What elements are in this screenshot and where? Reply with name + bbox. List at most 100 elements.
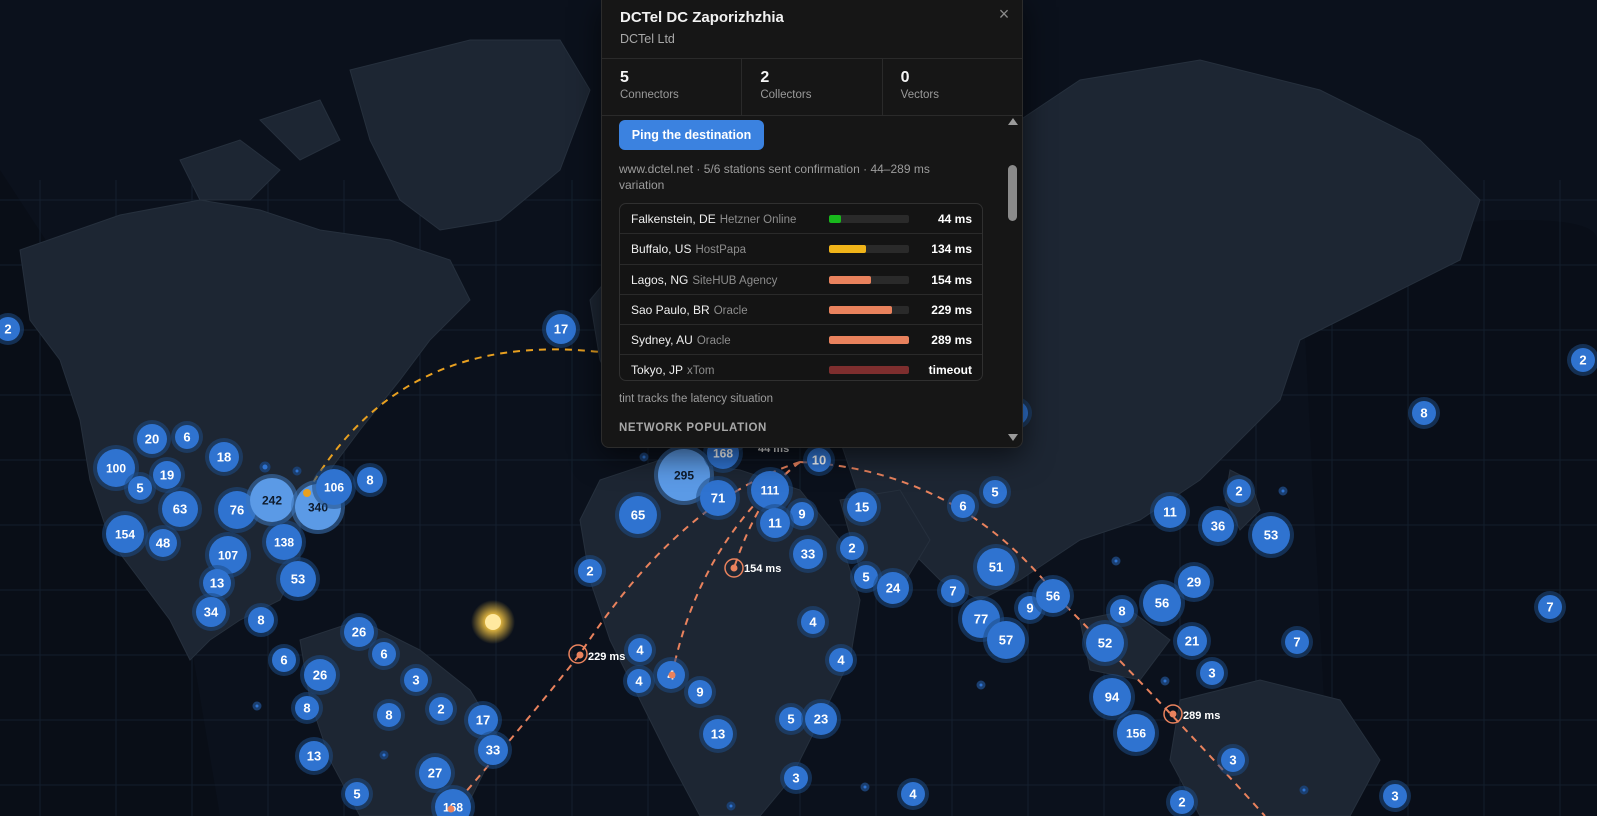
sydney-endpoint: [1169, 710, 1177, 718]
latency-bar-fill: [829, 215, 841, 223]
cluster-count: 3: [1229, 753, 1236, 768]
cluster-count: 53: [1264, 528, 1278, 543]
cluster-count: 295: [674, 469, 694, 483]
cluster-count: 94: [1105, 690, 1120, 705]
station-dot[interactable]: [726, 801, 736, 811]
ping-provider: Oracle: [696, 335, 731, 348]
latency-bar-fill: [829, 305, 893, 314]
popup-header: DCTel DC Zaporizhzhia DCTel Ltd ×: [602, 0, 1022, 59]
stat-value: 2: [760, 69, 770, 86]
cluster-count: 65: [631, 508, 645, 523]
ping-location-name: Sao Paulo, BR: [631, 302, 710, 317]
station-dot[interactable]: [1278, 486, 1288, 496]
cluster-count: 3: [1391, 789, 1398, 804]
station-dot[interactable]: [1299, 785, 1309, 795]
saopaulo-endpoint: [576, 651, 584, 659]
cluster-count: 13: [210, 576, 224, 591]
cluster-count: 11: [1163, 505, 1177, 520]
station-dot[interactable]: [259, 461, 271, 473]
scrollbar-thumb[interactable]: [1008, 165, 1017, 221]
cluster-count: 15: [855, 500, 869, 515]
latency-bar: [829, 275, 909, 284]
cluster-count: 4: [909, 787, 917, 802]
stat-vectors: 0 Vectors: [883, 59, 1022, 115]
ping-provider: Oracle: [713, 304, 748, 317]
station-dot[interactable]: [1160, 676, 1170, 686]
cluster-count: 4: [635, 674, 643, 689]
ping-location: Sydney, AU Oracle: [631, 333, 731, 347]
ping-latency: 154 ms: [931, 272, 972, 287]
cluster-count: 21: [1185, 634, 1199, 649]
cluster-count: 7: [949, 584, 956, 599]
route-label-saopaulo: 229 ms: [588, 651, 625, 663]
ping-location: Buffalo, US HostPapa: [631, 242, 746, 256]
latency-bar: [829, 336, 909, 345]
ping-location-name: Tokyo, JP: [631, 363, 684, 378]
cluster-count: 56: [1155, 596, 1169, 611]
ping-row: Lagos, NG SiteHUB Agency 154 ms: [620, 265, 982, 295]
latency-bar: [829, 215, 909, 223]
scroll-down-icon[interactable]: [1008, 434, 1018, 441]
cluster-count: 27: [428, 766, 442, 781]
cluster-count: 8: [257, 613, 264, 628]
station-dot[interactable]: [252, 701, 262, 711]
stat-value: 5: [620, 69, 629, 86]
station-dot[interactable]: [860, 782, 870, 792]
cluster-count: 56: [1046, 589, 1060, 604]
cluster-count: 5: [862, 570, 869, 585]
close-icon[interactable]: ×: [994, 4, 1014, 24]
datacenter-popup: DCTel DC Zaporizhzhia DCTel Ltd × 5 Conn…: [601, 0, 1023, 448]
cluster-count: 6: [183, 430, 190, 445]
cluster-count: 2: [848, 541, 855, 556]
cluster-count: 8: [303, 701, 310, 716]
cluster-count: 36: [1211, 519, 1225, 534]
latency-bar-fill: [829, 245, 866, 254]
ping-results-table: Falkenstein, DE Hetzner Online 44 ms Buff…: [619, 203, 983, 381]
ping-row: Sao Paulo, BR Oracle 229 ms: [620, 295, 982, 326]
ping-row: Tokyo, JP xTom timeout: [620, 355, 982, 384]
station-dot[interactable]: [976, 680, 986, 690]
ping-row: Falkenstein, DE Hetzner Online 44 ms: [620, 204, 982, 235]
ping-location: Sao Paulo, BR Oracle: [631, 303, 748, 317]
tint-note: tint tracks the latency situation: [619, 393, 774, 405]
ping-destination-button[interactable]: Ping the destination: [619, 120, 764, 150]
cluster-count: 11: [768, 516, 782, 531]
ping-description: www.dctel.net · 5/6 stations sent confir…: [619, 162, 930, 192]
ping-provider: SiteHUB Agency: [692, 274, 778, 287]
cluster-count: 76: [230, 503, 244, 518]
cluster-count: 4: [809, 615, 817, 630]
cluster-count: 34: [204, 605, 219, 620]
station-dot[interactable]: [1111, 556, 1121, 566]
cluster-count: 3: [1208, 666, 1215, 681]
cluster-count: 33: [486, 743, 500, 758]
station-dot[interactable]: [379, 750, 389, 760]
cluster-count: 156: [1126, 727, 1146, 741]
ping-latency: 134 ms: [931, 242, 972, 257]
cluster-count: 5: [787, 712, 794, 727]
cluster-count: 57: [999, 633, 1013, 648]
cluster-count: 242: [262, 494, 282, 508]
ping-latency: timeout: [928, 363, 972, 378]
cluster-count: 3: [792, 771, 799, 786]
cluster-count: 48: [156, 536, 170, 551]
scroll-up-icon[interactable]: [1008, 118, 1018, 125]
cluster-count: 71: [711, 491, 725, 506]
station-dot[interactable]: [639, 452, 649, 462]
route-label-lagos: 154 ms: [744, 563, 781, 575]
cluster-count: 26: [313, 668, 327, 683]
cluster-count: 2: [1235, 484, 1242, 499]
cluster-count: 8: [1420, 406, 1427, 421]
cluster-count: 24: [886, 581, 901, 596]
ping-location: Tokyo, JP xTom: [631, 363, 715, 377]
sun-core: [485, 614, 501, 630]
cluster-count: 53: [291, 572, 305, 587]
station-dot[interactable]: [292, 466, 302, 476]
stat-label: Collectors: [760, 89, 812, 101]
cluster-count: 77: [974, 612, 988, 627]
ping-row: Sydney, AU Oracle 289 ms: [620, 325, 982, 356]
cluster-count: 2: [437, 702, 444, 717]
popup-scroll-area[interactable]: Ping the destination www.dctel.net · 5/6…: [602, 115, 1003, 447]
cluster-count: 9: [1026, 601, 1033, 616]
popup-scrollbar[interactable]: [1003, 115, 1022, 447]
ping-provider: xTom: [687, 365, 715, 378]
